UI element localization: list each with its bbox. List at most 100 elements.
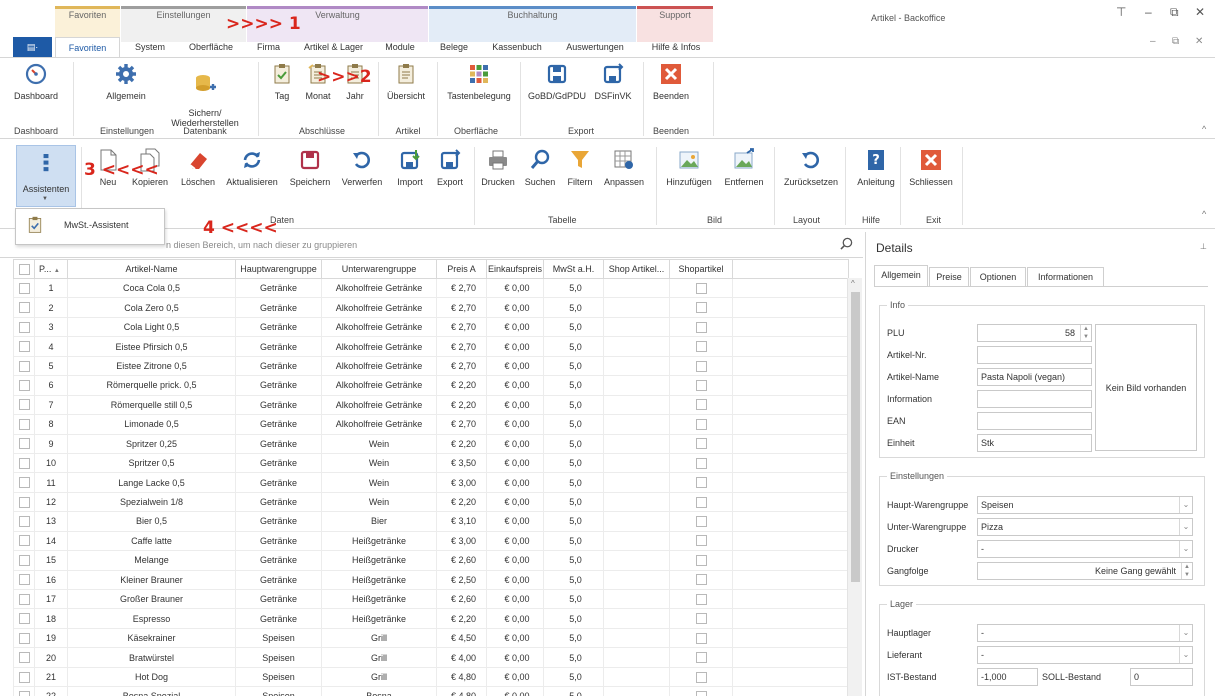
shopartikel-checkbox[interactable] — [669, 317, 733, 338]
table-row[interactable]: 3 Cola Light 0,5 Getränke Alkoholfreie Getr… — [13, 317, 849, 338]
tab-belege[interactable]: Belege — [434, 37, 474, 57]
ribbon-display-button[interactable]: ⊤ — [1116, 5, 1126, 19]
mdi-close-button[interactable]: ✕ — [1195, 36, 1203, 47]
row-select-checkbox[interactable] — [13, 278, 35, 299]
shopartikel-checkbox[interactable] — [669, 414, 733, 435]
tab-artikel-lager[interactable]: Artikel & Lager — [295, 37, 372, 57]
table-row[interactable]: 2 Cola Zero 0,5 Getränke Alkoholfreie Geträ… — [13, 297, 849, 318]
search-icon[interactable] — [840, 237, 853, 250]
tab-kassenbuch[interactable]: Kassenbuch — [485, 37, 549, 57]
tab-module[interactable]: Module — [377, 37, 423, 57]
ean-field[interactable] — [977, 412, 1092, 430]
row-select-checkbox[interactable] — [13, 356, 35, 377]
shopartikel-checkbox[interactable] — [669, 492, 733, 513]
mwst-assistent-item[interactable]: MwSt.-Assistent — [18, 212, 162, 240]
shopartikel-checkbox[interactable] — [669, 628, 733, 649]
tab-hilfe-infos[interactable]: Hilfe & Infos — [640, 37, 712, 57]
shopartikel-checkbox[interactable] — [669, 472, 733, 493]
table-row[interactable]: 21 Hot Dog Speisen Grill € 4,80 € 0,00 5,0 — [13, 667, 849, 688]
shopartikel-checkbox[interactable] — [669, 336, 733, 357]
table-row[interactable]: 5 Eistee Zitrone 0,5 Getränke Alkoholfreie … — [13, 356, 849, 377]
row-select-checkbox[interactable] — [13, 434, 35, 454]
table-row[interactable]: 17 Großer Brauner Getränke Heißgetränke € 2,… — [13, 589, 849, 610]
shopartikel-checkbox[interactable] — [669, 395, 733, 416]
grid-vertical-scrollbar[interactable]: ^ — [847, 278, 862, 696]
zuruecksetzen-button[interactable]: Zurücksetzen — [782, 148, 840, 187]
table-row[interactable]: 15 Melange Getränke Heißgetränke € 2,60 € 0,0… — [13, 550, 849, 571]
table-row[interactable]: 8 Limonade 0,5 Getränke Alkoholfreie Geträn… — [13, 414, 849, 435]
bild-hinzufuegen-button[interactable]: Hinzufügen — [662, 148, 716, 187]
hauptlager-select[interactable]: - ⌄ — [977, 624, 1193, 642]
shopartikel-checkbox[interactable] — [669, 667, 733, 688]
shopartikel-checkbox[interactable] — [669, 278, 733, 299]
table-row[interactable]: 1 Coca Cola 0,5 Getränke Alkoholfreie Geträ… — [13, 278, 849, 299]
row-select-checkbox[interactable] — [13, 414, 35, 435]
lieferant-select[interactable]: - ⌄ — [977, 646, 1193, 664]
export-button[interactable]: Export — [432, 148, 468, 187]
beenden-button[interactable]: Beenden — [649, 63, 693, 101]
shopartikel-checkbox[interactable] — [669, 570, 733, 591]
gangfolge-spinner-icon[interactable]: ▲ ▼ — [1181, 563, 1192, 579]
image-placeholder[interactable]: Kein Bild vorhanden — [1095, 324, 1197, 451]
mdi-minimize-button[interactable]: – — [1150, 36, 1156, 47]
haupt-warengruppe-select[interactable]: Speisen ⌄ — [977, 496, 1193, 514]
table-row[interactable]: 20 Bratwürstel Speisen Grill € 4,00 € 0,00 5,0 — [13, 647, 849, 668]
app-menu-button[interactable]: ▤· — [13, 37, 52, 57]
tab-favoriten[interactable]: Favoriten — [55, 37, 120, 57]
table-row[interactable]: 7 Römerquelle still 0,5 Getränke Alkoholfre… — [13, 395, 849, 416]
column-header-shop-artikel[interactable]: Shop Artikel... — [603, 259, 670, 279]
table-row[interactable]: 4 Eistee Pfirsich 0,5 Getränke Alkoholfreie… — [13, 336, 849, 357]
tastenbelegung-button[interactable]: Tastenbelegung — [442, 63, 516, 101]
shopartikel-checkbox[interactable] — [669, 453, 733, 474]
drucker-select[interactable]: - ⌄ — [977, 540, 1193, 558]
gobd-export-button[interactable]: GoBD/GdPDU — [527, 63, 587, 101]
collapse-ribbon-icon[interactable]: ^ — [1202, 124, 1206, 134]
suchen-button[interactable]: Suchen — [522, 148, 558, 187]
plu-spinner-icon[interactable]: ▲ ▼ — [1080, 325, 1091, 341]
row-select-checkbox[interactable] — [13, 570, 35, 591]
shopartikel-checkbox[interactable] — [669, 686, 733, 696]
dashboard-button[interactable]: Dashboard — [10, 63, 62, 101]
minimize-button[interactable]: – — [1145, 5, 1152, 19]
bild-entfernen-button[interactable]: Entfernen — [718, 148, 770, 187]
row-select-checkbox[interactable] — [13, 608, 35, 629]
shopartikel-checkbox[interactable] — [669, 608, 733, 629]
details-tab-informationen[interactable]: Informationen — [1027, 267, 1104, 286]
shopartikel-checkbox[interactable] — [669, 531, 733, 552]
row-select-checkbox[interactable] — [13, 492, 35, 513]
row-select-checkbox[interactable] — [13, 531, 35, 552]
table-row[interactable]: 10 Spritzer 0,5 Getränke Wein € 3,50 € 0,00 5,… — [13, 453, 849, 474]
dsfinvk-export-button[interactable]: DSFinVK — [590, 63, 636, 101]
speichern-button[interactable]: Speichern — [286, 148, 334, 187]
drucken-button[interactable]: Drucken — [478, 148, 518, 187]
table-row[interactable]: 6 Römerquelle prick. 0,5 Getränke Alkoholfr… — [13, 375, 849, 396]
row-select-checkbox[interactable] — [13, 375, 35, 396]
row-select-checkbox[interactable] — [13, 667, 35, 688]
import-button[interactable]: Import — [392, 148, 428, 187]
gangfolge-field[interactable]: Keine Gang gewählt ▲ ▼ — [977, 562, 1193, 580]
table-row[interactable]: 14 Caffe latte Getränke Heißgetränke € 3,00 €… — [13, 531, 849, 552]
row-select-checkbox[interactable] — [13, 628, 35, 649]
table-row[interactable]: 16 Kleiner Brauner Getränke Heißgetränke € 2… — [13, 570, 849, 591]
table-row[interactable]: 9 Spritzer 0,25 Getränke Wein € 2,20 € 0,00 5,… — [13, 434, 849, 454]
tab-auswertungen[interactable]: Auswertungen — [558, 37, 632, 57]
shopartikel-checkbox[interactable] — [669, 589, 733, 610]
column-header-plu[interactable]: P... ▲ — [34, 259, 68, 279]
mdi-restore-button[interactable]: ⧉ — [1172, 36, 1179, 47]
tab-firma[interactable]: Firma — [251, 37, 286, 57]
shopartikel-checkbox[interactable] — [669, 356, 733, 377]
artikel-nr-field[interactable] — [977, 346, 1092, 364]
table-row[interactable]: 13 Bier 0,5 Getränke Bier € 3,10 € 0,00 5,0 — [13, 511, 849, 532]
details-tab-allgemein[interactable]: Allgemein — [874, 265, 928, 286]
allgemein-settings-button[interactable]: Allgemein — [98, 63, 154, 101]
row-select-checkbox[interactable] — [13, 336, 35, 357]
row-select-checkbox[interactable] — [13, 511, 35, 532]
aktualisieren-button[interactable]: Aktualisieren — [222, 148, 282, 187]
schliessen-button[interactable]: Schliessen — [906, 148, 956, 187]
details-tab-preise[interactable]: Preise — [929, 267, 969, 286]
information-field[interactable] — [977, 390, 1092, 408]
table-row[interactable]: 12 Spezialwein 1/8 Getränke Wein € 2,20 € 0,0… — [13, 492, 849, 513]
row-select-checkbox[interactable] — [13, 317, 35, 338]
row-select-checkbox[interactable] — [13, 686, 35, 696]
close-window-button[interactable]: ✕ — [1195, 5, 1205, 19]
